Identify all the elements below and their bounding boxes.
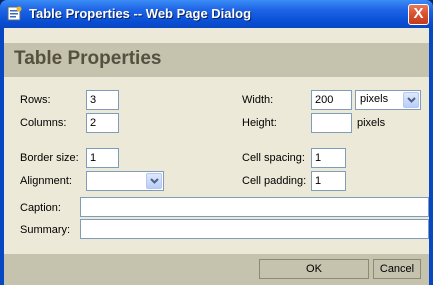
- width-unit-value: pixels: [360, 93, 389, 105]
- chevron-down-icon[interactable]: [403, 92, 419, 108]
- alignment-select[interactable]: [86, 171, 164, 191]
- ok-button[interactable]: OK: [259, 259, 369, 279]
- border-size-label: Border size:: [20, 152, 79, 164]
- page-icon: [7, 6, 22, 21]
- cancel-button[interactable]: Cancel: [373, 259, 421, 279]
- rows-label: Rows:: [20, 94, 51, 106]
- close-icon: X: [413, 5, 424, 22]
- close-button[interactable]: X: [408, 4, 429, 25]
- width-input[interactable]: 200: [311, 90, 352, 110]
- columns-label: Columns:: [20, 117, 67, 129]
- width-unit-select[interactable]: pixels: [355, 90, 421, 110]
- summary-label: Summary:: [20, 224, 71, 236]
- columns-input[interactable]: 2: [86, 113, 119, 133]
- window-title: Table Properties -- Web Page Dialog: [29, 6, 252, 21]
- height-input[interactable]: [311, 113, 352, 133]
- cell-spacing-label: Cell spacing:: [242, 152, 305, 164]
- border-size-input[interactable]: 1: [86, 148, 119, 168]
- title-bar[interactable]: Table Properties -- Web Page Dialog X: [0, 0, 433, 28]
- height-label: Height:: [242, 117, 277, 129]
- height-unit-label: pixels: [357, 117, 386, 129]
- cell-spacing-input[interactable]: 1: [311, 148, 346, 168]
- dialog-window: Table Properties -- Web Page Dialog X Ta…: [0, 0, 433, 285]
- rows-input[interactable]: 3: [86, 90, 119, 110]
- cell-padding-input[interactable]: 1: [311, 171, 346, 191]
- alignment-label: Alignment:: [20, 175, 72, 187]
- caption-label: Caption:: [20, 202, 61, 214]
- caption-input[interactable]: [80, 197, 429, 217]
- width-label: Width:: [242, 94, 274, 106]
- cell-padding-label: Cell padding:: [242, 175, 307, 187]
- page-title: Table Properties: [14, 48, 162, 69]
- chevron-down-icon[interactable]: [146, 173, 162, 189]
- summary-input[interactable]: [80, 219, 429, 239]
